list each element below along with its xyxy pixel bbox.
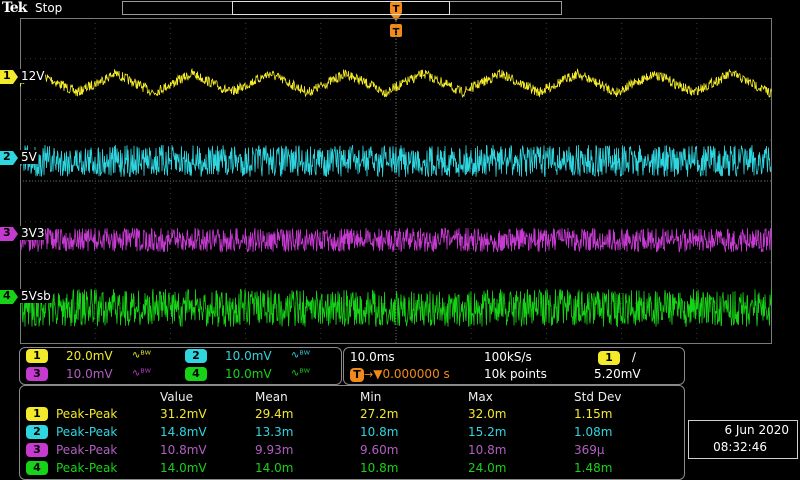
trigger-delay-value: ▼0.000000 s: [373, 367, 450, 381]
channel-marker-number: 1: [3, 69, 11, 82]
meas-ch2-badge[interactable]: 2: [26, 425, 48, 439]
ch2-bandwidth-icon: ∿ᴮᵂ: [291, 350, 310, 361]
ch3-scale-badge[interactable]: 3: [26, 367, 48, 381]
meas-header-max: Max: [468, 390, 493, 404]
ch4-scale-badge[interactable]: 4: [185, 367, 207, 381]
channel-1-label: 12V: [20, 69, 46, 83]
meas-ch4-mean: 14.0m: [255, 461, 294, 475]
ch1-scale-value: 20.0mV: [66, 349, 113, 363]
ch1-bandwidth-icon: ∿ᴮᵂ: [132, 350, 151, 361]
meas-ch3-min: 9.60m: [360, 443, 399, 457]
ch2-scale-value: 10.0mV: [225, 349, 272, 363]
tek-logo: Tek: [2, 0, 27, 16]
sample-rate-value: 100kS/s: [484, 350, 532, 364]
meas-header-value: Value: [160, 390, 193, 404]
meas-ch4-badge[interactable]: 4: [26, 461, 48, 475]
meas-ch1-badge[interactable]: 1: [26, 407, 48, 421]
meas-ch2-type: Peak-Peak: [56, 425, 118, 439]
meas-ch4-std-dev: 1.48m: [574, 461, 613, 475]
channel-3-marker[interactable]: 3: [0, 226, 18, 241]
meas-ch4-value: 14.0mV: [160, 461, 207, 475]
channel-3-label: 3V3: [20, 226, 46, 240]
trigger-level-value: 5.20mV: [594, 367, 641, 381]
timebase-value: 10.0ms: [350, 350, 395, 364]
trigger-delay-icon: T: [350, 368, 364, 382]
channel-2-label: 5V: [20, 150, 38, 164]
meas-ch1-mean: 29.4m: [255, 407, 294, 421]
channel-marker-number: 2: [3, 150, 11, 163]
horizontal-trigger-panel[interactable]: 10.0ms 100kS/s T →▼0.000000 s 10k points …: [343, 347, 685, 385]
top-status-bar: Tek Stop T T: [0, 0, 800, 38]
meas-ch3-type: Peak-Peak: [56, 443, 118, 457]
waveform-ch2: [20, 144, 772, 178]
meas-ch3-max: 10.8m: [468, 443, 507, 457]
trigger-position-letter: T: [393, 4, 400, 15]
meas-header-std-dev: Std Dev: [574, 390, 622, 404]
meas-ch3-mean: 9.93m: [255, 443, 294, 457]
trigger-delay-arrow: →: [364, 368, 374, 381]
meas-ch4-min: 10.8m: [360, 461, 399, 475]
meas-ch1-type: Peak-Peak: [56, 407, 118, 421]
meas-header-mean: Mean: [255, 390, 288, 404]
trigger-delay: T →▼0.000000 s: [350, 367, 450, 382]
ch4-scale-value: 10.0mV: [225, 367, 272, 381]
ch3-bandwidth-icon: ∿ᴮᵂ: [132, 368, 151, 379]
meas-ch3-value: 10.8mV: [160, 443, 207, 457]
trigger-slope-icon: ∕: [631, 350, 636, 364]
record-length-value: 10k points: [484, 367, 547, 381]
channel-marker-number: 3: [3, 226, 11, 239]
meas-ch2-mean: 13.3m: [255, 425, 294, 439]
date-value: 6 Jun 2020: [724, 423, 789, 437]
meas-ch2-value: 14.8mV: [160, 425, 207, 439]
channel-2-marker[interactable]: 2: [0, 150, 18, 165]
channel-marker-number: 4: [3, 289, 11, 302]
date-time-display[interactable]: 6 Jun 2020 08:32:46: [688, 420, 798, 459]
ch4-bandwidth-icon: ∿ᴮᵂ: [291, 368, 310, 379]
channel-1-marker[interactable]: 1: [0, 69, 18, 84]
time-value: 08:32:46: [713, 440, 767, 454]
meas-header-min: Min: [360, 390, 382, 404]
meas-ch4-max: 24.0m: [468, 461, 507, 475]
acquisition-status[interactable]: Stop: [35, 1, 62, 15]
meas-ch1-min: 27.2m: [360, 407, 399, 421]
meas-ch2-min: 10.8m: [360, 425, 399, 439]
waveform-display[interactable]: [20, 18, 772, 344]
meas-ch3-badge[interactable]: 3: [26, 443, 48, 457]
meas-ch2-std-dev: 1.08m: [574, 425, 613, 439]
channel-4-label: 5Vsb: [20, 289, 52, 303]
ch3-scale-value: 10.0mV: [66, 367, 113, 381]
ch2-scale-badge[interactable]: 2: [185, 349, 207, 363]
meas-ch1-max: 32.0m: [468, 407, 507, 421]
channel-4-marker[interactable]: 4: [0, 289, 18, 304]
record-view-window[interactable]: [232, 1, 450, 15]
meas-ch1-std-dev: 1.15m: [574, 407, 613, 421]
meas-ch2-max: 15.2m: [468, 425, 507, 439]
ch1-scale-badge[interactable]: 1: [26, 349, 48, 363]
trigger-source: 1 ∕: [598, 350, 636, 365]
meas-ch4-type: Peak-Peak: [56, 461, 118, 475]
trigger-source-badge: 1: [598, 351, 620, 365]
meas-ch1-value: 31.2mV: [160, 407, 207, 421]
meas-ch3-std-dev: 369μ: [574, 443, 605, 457]
